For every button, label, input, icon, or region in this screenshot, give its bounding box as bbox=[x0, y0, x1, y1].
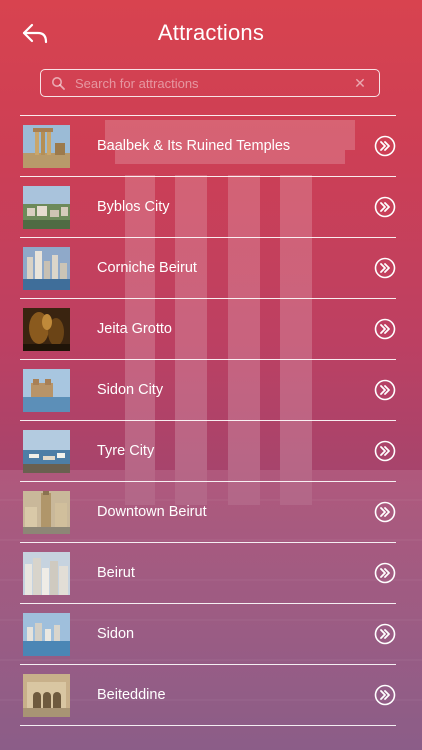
attraction-thumbnail bbox=[23, 613, 70, 656]
attraction-thumbnail bbox=[23, 247, 70, 290]
chevron-right-circle-icon[interactable] bbox=[374, 135, 396, 157]
list-item[interactable]: Sidon City bbox=[20, 360, 396, 421]
search-input[interactable] bbox=[75, 75, 353, 91]
attractions-screen: Attractions ✕ Baalbek & It bbox=[0, 0, 422, 750]
page-title: Attractions bbox=[157, 20, 265, 45]
list-item[interactable]: Tyre City bbox=[20, 421, 396, 482]
search-icon bbox=[52, 77, 65, 90]
attraction-thumbnail bbox=[23, 491, 70, 534]
chevron-right-circle-icon[interactable] bbox=[374, 318, 396, 340]
attraction-thumbnail bbox=[23, 186, 70, 229]
attraction-name: Corniche Beirut bbox=[97, 260, 197, 276]
list-item[interactable]: Byblos City bbox=[20, 177, 396, 238]
attraction-thumbnail bbox=[23, 308, 70, 351]
chevron-right-circle-icon[interactable] bbox=[374, 379, 396, 401]
attraction-name: Jeita Grotto bbox=[97, 321, 172, 337]
nav-header: Attractions bbox=[0, 0, 422, 66]
attraction-thumbnail bbox=[23, 430, 70, 473]
list-item[interactable]: Beiteddine bbox=[20, 665, 396, 726]
attraction-name: Baalbek & Its Ruined Temples bbox=[97, 138, 291, 154]
chevron-right-circle-icon[interactable] bbox=[374, 562, 396, 584]
list-item[interactable]: Sidon bbox=[20, 604, 396, 665]
list-item[interactable]: Corniche Beirut bbox=[20, 238, 396, 299]
list-item[interactable]: Jeita Grotto bbox=[20, 299, 396, 360]
search-bar[interactable]: ✕ bbox=[40, 69, 380, 97]
chevron-right-circle-icon[interactable] bbox=[374, 501, 396, 523]
close-icon[interactable]: ✕ bbox=[353, 76, 367, 90]
list-item[interactable]: Baalbek & Its Ruined Temples bbox=[20, 116, 396, 177]
list-item[interactable]: Downtown Beirut bbox=[20, 482, 396, 543]
chevron-right-circle-icon[interactable] bbox=[374, 196, 396, 218]
attraction-name: Beirut bbox=[97, 565, 135, 581]
attraction-name: Downtown Beirut bbox=[97, 504, 207, 520]
attraction-thumbnail bbox=[23, 552, 70, 595]
attraction-thumbnail bbox=[23, 125, 70, 168]
attraction-name: Tyre City bbox=[97, 443, 155, 459]
attraction-name: Sidon bbox=[97, 626, 135, 642]
chevron-right-circle-icon[interactable] bbox=[374, 684, 396, 706]
attraction-name: Byblos City bbox=[97, 199, 170, 215]
attraction-name: Sidon City bbox=[97, 382, 164, 398]
chevron-right-circle-icon[interactable] bbox=[374, 623, 396, 645]
attraction-thumbnail bbox=[23, 674, 70, 717]
list-item[interactable]: Beirut bbox=[20, 543, 396, 604]
attractions-list: Baalbek & Its Ruined Temples Byblos City bbox=[20, 115, 396, 726]
chevron-right-circle-icon[interactable] bbox=[374, 440, 396, 462]
attraction-thumbnail bbox=[23, 369, 70, 412]
chevron-right-circle-icon[interactable] bbox=[374, 257, 396, 279]
attraction-name: Beiteddine bbox=[97, 687, 166, 703]
